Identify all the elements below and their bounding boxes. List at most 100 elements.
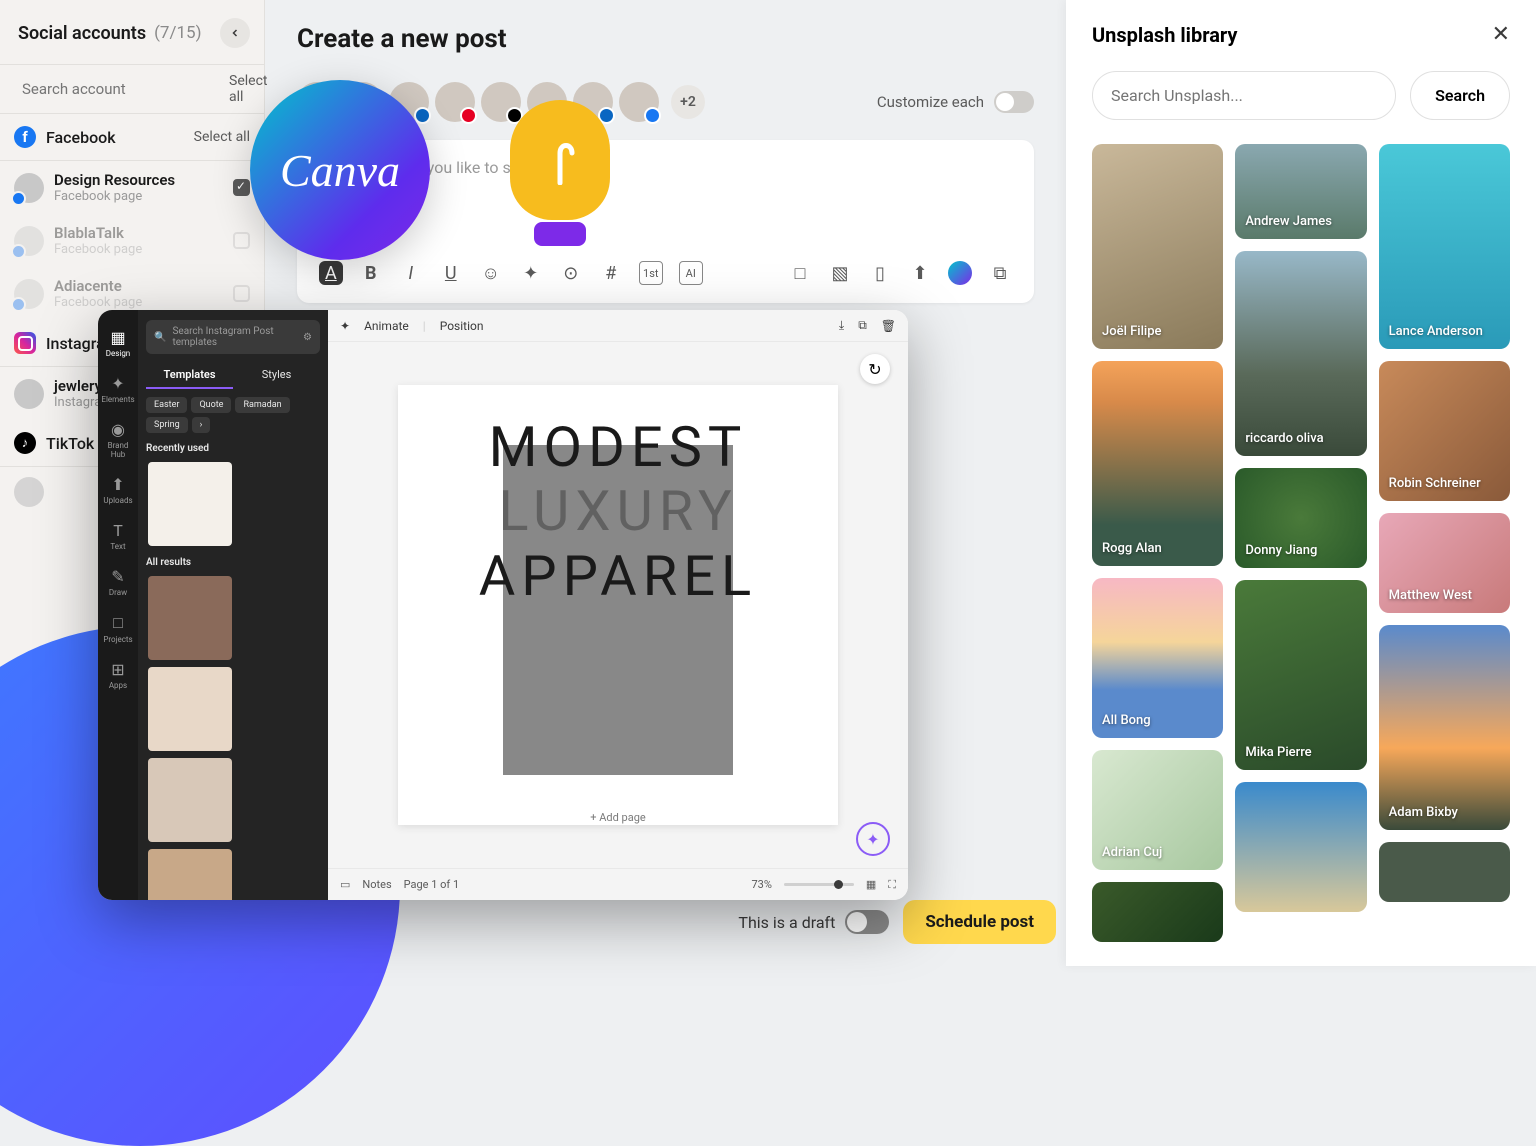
account-item[interactable]: Design ResourcesFacebook page	[0, 161, 264, 214]
location-button[interactable]: ⊙	[559, 261, 583, 285]
canva-grid-icon[interactable]: ▦	[866, 878, 876, 891]
sidebar-collapse-button[interactable]	[220, 18, 250, 48]
draft-label: This is a draft	[738, 913, 835, 932]
canva-tab-styles[interactable]: Styles	[233, 362, 320, 389]
unsplash-photo[interactable]: riccardo oliva	[1235, 251, 1366, 456]
canva-rail-brand-hub[interactable]: ◉Brand Hub	[101, 414, 135, 465]
template-thumb[interactable]	[148, 576, 232, 660]
template-thumb[interactable]	[148, 462, 232, 546]
unsplash-photo[interactable]: Mika Pierre	[1235, 580, 1366, 770]
unsplash-search-button[interactable]: Search	[1410, 71, 1510, 120]
canva-fullscreen-icon[interactable]: ⛶	[888, 878, 896, 892]
unsplash-photo[interactable]: Joël Filipe	[1092, 144, 1223, 349]
canva-chip[interactable]: Quote	[191, 397, 231, 413]
unsplash-photo[interactable]: Lance Anderson	[1379, 144, 1510, 349]
customize-each-toggle[interactable]	[994, 91, 1034, 113]
link-button[interactable]: ⧉	[988, 261, 1012, 285]
template-thumb[interactable]	[148, 758, 232, 842]
unsplash-photo[interactable]: Donny Jiang	[1235, 468, 1366, 568]
schedule-post-button[interactable]: Schedule post	[903, 900, 1056, 944]
canva-rail-text[interactable]: TText	[101, 515, 135, 557]
canva-rail-design[interactable]: ▦Design	[101, 322, 135, 364]
underline-button[interactable]: U	[439, 261, 463, 285]
instagram-icon	[14, 332, 36, 354]
canva-lock-icon[interactable]: ⤓	[839, 318, 844, 333]
canva-trash-icon[interactable]: 🗑	[881, 319, 896, 333]
more-accounts-badge[interactable]: +2	[671, 85, 705, 119]
canva-chip[interactable]: Easter	[146, 397, 187, 413]
lightbulb-icon	[510, 100, 610, 246]
canva-chip[interactable]: Spring	[146, 417, 188, 433]
document-button[interactable]: ▯	[868, 261, 892, 285]
canva-position[interactable]: Position	[440, 319, 484, 333]
canva-button[interactable]	[948, 261, 972, 285]
unsplash-photo[interactable]	[1092, 882, 1223, 942]
canva-chip[interactable]: Ramadan	[235, 397, 289, 413]
close-button[interactable]: ✕	[1492, 22, 1510, 47]
canva-rail-elements[interactable]: ✦Elements	[101, 368, 135, 410]
unsplash-photo[interactable]: Adam Bixby	[1379, 625, 1510, 830]
canva-magic-button[interactable]: ✦	[856, 822, 890, 856]
account-checkbox[interactable]	[233, 179, 250, 196]
canva-add-page[interactable]: + Add page	[590, 811, 645, 824]
avatar	[14, 477, 44, 507]
unsplash-photo[interactable]: Robin Schreiner	[1379, 361, 1510, 501]
canva-tab-templates[interactable]: Templates	[146, 362, 233, 389]
platform-facebook[interactable]: f Facebook Select all	[0, 114, 264, 161]
canva-search[interactable]: 🔍Search Instagram Post templates⚙	[146, 320, 320, 354]
upload-button[interactable]: ⬆	[908, 261, 932, 285]
unsplash-search-input[interactable]	[1092, 71, 1396, 120]
unsplash-photo[interactable]: Andrew James	[1235, 144, 1366, 239]
unsplash-photo[interactable]: Rogg Alan	[1092, 361, 1223, 566]
draft-toggle[interactable]	[845, 910, 889, 934]
folder-button[interactable]: □	[788, 261, 812, 285]
canva-refresh-button[interactable]: ↻	[860, 354, 890, 384]
avatar	[14, 279, 44, 309]
canva-animate[interactable]: Animate	[364, 319, 409, 333]
canva-rail-draw[interactable]: ✎Draw	[101, 561, 135, 603]
toolbar: A B I U ☺ ✦ ⊙ # 1st AI □ ▧ ▯ ⬆ ⧉	[319, 247, 1012, 285]
first-comment-button[interactable]: 1st	[639, 261, 663, 285]
unsplash-photo[interactable]	[1379, 842, 1510, 902]
canva-chip-more[interactable]: ›	[192, 417, 211, 433]
canva-notes[interactable]: Notes	[362, 878, 391, 891]
canva-page-label: Page 1 of 1	[404, 878, 460, 891]
avatar	[14, 173, 44, 203]
selected-avatar[interactable]	[435, 82, 475, 122]
image-button[interactable]: ▧	[828, 261, 852, 285]
canva-icon	[948, 261, 972, 285]
canva-zoom: 73%	[751, 878, 771, 891]
bold-button[interactable]: B	[359, 261, 383, 285]
canva-rail-apps[interactable]: ⊞Apps	[101, 654, 135, 696]
hashtag-button[interactable]: #	[599, 261, 623, 285]
sidebar-search-input[interactable]	[22, 80, 221, 98]
unsplash-photo[interactable]: Adrian Cuj	[1092, 750, 1223, 870]
account-checkbox[interactable]	[233, 285, 250, 302]
canva-copy-icon[interactable]: ⧉	[858, 318, 867, 333]
emoji-button[interactable]: ☺	[479, 261, 503, 285]
canva-zoom-slider[interactable]	[784, 883, 854, 886]
sidebar-title: Social accounts	[18, 23, 146, 44]
select-all-facebook[interactable]: Select all	[194, 129, 250, 145]
select-all-link[interactable]: Select all	[229, 73, 267, 105]
account-checkbox[interactable]	[233, 232, 250, 249]
chevron-left-icon	[229, 27, 241, 39]
unsplash-title: Unsplash library	[1092, 23, 1237, 47]
text-color-button[interactable]: A	[319, 261, 343, 285]
template-thumb[interactable]	[148, 667, 232, 751]
canva-rail-projects[interactable]: □Projects	[101, 607, 135, 650]
account-item[interactable]: BlablaTalkFacebook page	[0, 214, 264, 267]
selected-avatar[interactable]	[619, 82, 659, 122]
ai-button[interactable]: AI	[679, 261, 703, 285]
footer: This is a draft Schedule post	[300, 900, 1056, 944]
canva-rail-uploads[interactable]: ⬆Uploads	[101, 469, 135, 511]
magic-button[interactable]: ✦	[519, 261, 543, 285]
sidebar-count: (7/15)	[154, 23, 201, 43]
unsplash-photo[interactable]: All Bong	[1092, 578, 1223, 738]
italic-button[interactable]: I	[399, 261, 423, 285]
unsplash-photo[interactable]	[1235, 782, 1366, 912]
unsplash-photo[interactable]: Matthew West	[1379, 513, 1510, 613]
canva-artboard[interactable]: MODEST LUXURY APPAREL	[398, 385, 838, 825]
unsplash-panel: Unsplash library ✕ Search Joël FilipeRog…	[1066, 0, 1536, 966]
template-thumb[interactable]	[148, 849, 232, 900]
